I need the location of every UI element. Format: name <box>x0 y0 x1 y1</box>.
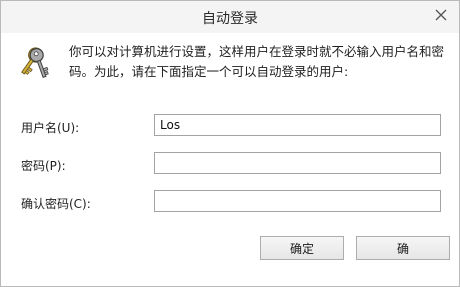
window-title: 自动登录 <box>202 11 258 27</box>
confirm-password-label: 确认密码(C): <box>21 197 91 211</box>
title-bar: 自动登录 <box>1 1 459 33</box>
instruction-text: 你可以对计算机进行设置，这样用户在登录时就不必输入用户名和密码。为此，请在下面指… <box>69 44 445 79</box>
username-label: 用户名(U): <box>21 121 80 135</box>
close-icon <box>435 9 447 21</box>
password-field[interactable] <box>154 152 441 174</box>
description-area: 你可以对计算机进行设置，这样用户在登录时就不必输入用户名和密码。为此，请在下面指… <box>1 33 459 91</box>
cancel-button[interactable]: 确 <box>356 236 450 260</box>
confirm-password-field[interactable] <box>154 190 441 212</box>
ok-button[interactable]: 确定 <box>260 236 344 260</box>
keys-icon <box>21 47 49 78</box>
username-field[interactable] <box>154 114 441 136</box>
auto-logon-dialog: 自动登录 你可以对计算机进行设置，这样用户在登录时就不必输入用户名和密码。为此，… <box>0 0 460 287</box>
password-label: 密码(P): <box>21 159 66 173</box>
close-button[interactable] <box>429 5 453 25</box>
